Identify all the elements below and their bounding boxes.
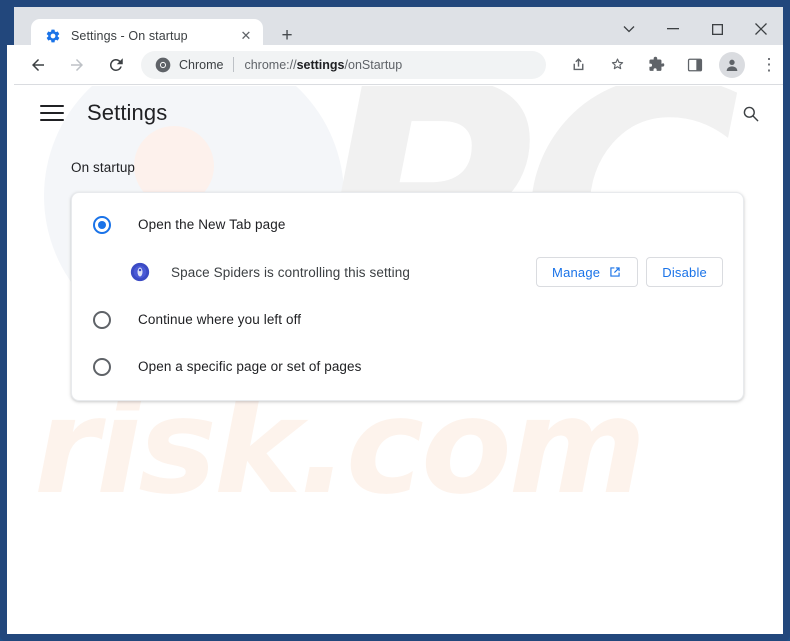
browser-menu-button[interactable]: ⋮ <box>754 50 783 80</box>
radio-label: Open a specific page or set of pages <box>138 359 362 374</box>
radio-indicator[interactable] <box>93 357 111 376</box>
extensions-puzzle-icon[interactable] <box>641 50 671 80</box>
settings-header: Settings <box>14 86 783 140</box>
radio-indicator[interactable] <box>93 310 111 329</box>
share-icon[interactable] <box>563 50 593 80</box>
side-panel-icon[interactable] <box>680 50 710 80</box>
url-suffix: /onStartup <box>344 57 403 72</box>
radio-indicator[interactable] <box>93 215 111 234</box>
open-in-new-icon <box>610 267 620 277</box>
title-bar: Settings - On startup ✕ + <box>7 0 783 52</box>
extension-notice-text: Space Spiders is controlling this settin… <box>171 264 410 280</box>
omnibox-chip-label: Chrome <box>179 57 224 72</box>
forward-button[interactable] <box>62 50 92 80</box>
maximize-button[interactable] <box>695 14 739 44</box>
radio-option-new-tab[interactable]: Open the New Tab page <box>72 201 743 248</box>
back-button[interactable] <box>23 50 53 80</box>
radio-option-specific-pages[interactable]: Open a specific page or set of pages <box>72 343 743 390</box>
omnibox-url: chrome://settings/onStartup <box>244 58 402 72</box>
close-icon[interactable]: ✕ <box>237 27 255 45</box>
chrome-logo-icon <box>155 57 171 72</box>
manage-button-label: Manage <box>552 264 601 280</box>
reload-button[interactable] <box>101 50 131 80</box>
toolbar-right-actions: ⋮ <box>554 50 783 80</box>
search-tabs-chevron-icon[interactable] <box>607 14 651 44</box>
settings-content: On startup Open the New Tab page Space S… <box>14 140 783 401</box>
radio-option-continue[interactable]: Continue where you left off <box>72 296 743 343</box>
extension-notice-actions: Manage Disable <box>536 257 723 287</box>
settings-page: PC risk.com Settings On startup Open the… <box>14 86 783 627</box>
tab-title: Settings - On startup <box>71 28 188 43</box>
on-startup-card: Open the New Tab page Space Spiders is c… <box>71 192 744 401</box>
browser-window: Settings - On startup ✕ + Chrome chrome:… <box>0 0 790 641</box>
gear-icon <box>46 29 60 42</box>
radio-label: Continue where you left off <box>138 312 302 327</box>
page-title: Settings <box>87 100 168 125</box>
window-controls <box>607 14 783 44</box>
extension-icon <box>130 262 150 282</box>
browser-toolbar: Chrome chrome://settings/onStartup ⋮ <box>14 45 783 85</box>
url-prefix: chrome:// <box>244 57 297 72</box>
radio-label: Open the New Tab page <box>138 217 286 232</box>
manage-button[interactable]: Manage <box>536 257 639 287</box>
search-icon[interactable] <box>738 101 762 125</box>
bookmark-star-icon[interactable] <box>602 50 632 80</box>
address-bar[interactable]: Chrome chrome://settings/onStartup <box>141 50 546 79</box>
section-label: On startup <box>71 160 136 175</box>
disable-button[interactable]: Disable <box>646 257 723 287</box>
omnibox-separator <box>233 57 235 72</box>
profile-avatar[interactable] <box>719 51 745 78</box>
minimize-button[interactable] <box>651 14 695 44</box>
hamburger-icon[interactable] <box>40 101 64 125</box>
extension-notice-row: Space Spiders is controlling this settin… <box>72 248 743 296</box>
url-bold-part: settings <box>296 57 345 72</box>
close-button[interactable] <box>739 14 783 44</box>
